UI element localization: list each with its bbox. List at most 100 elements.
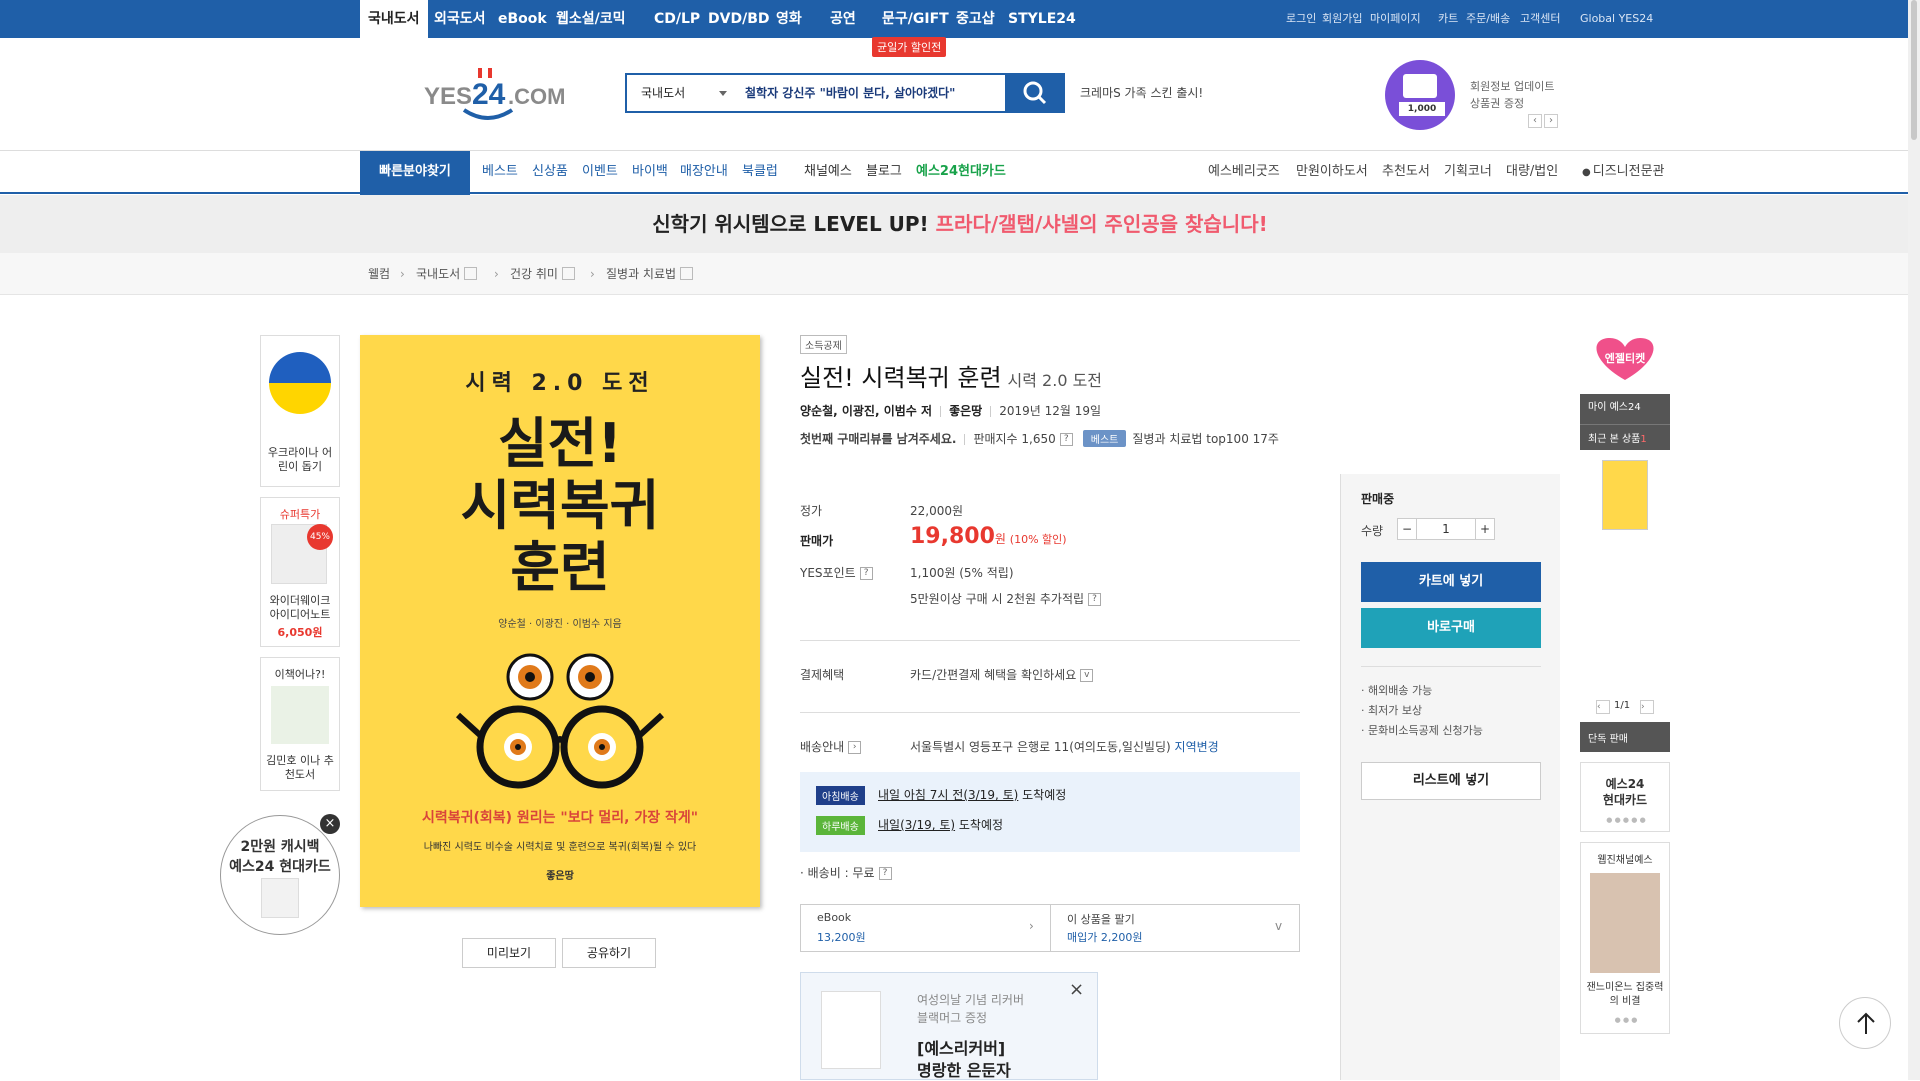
author-link[interactable]: 양순철, 이광진, 이범수 저 [800,404,932,418]
qty-input[interactable]: 1 [1417,518,1475,540]
quick-category-button[interactable]: 빠른분야찾기 [360,151,470,195]
payment-benefit-link[interactable]: 카드/간편결제 혜택을 확인하세요 v [910,666,1094,683]
add-to-cart-button[interactable]: 카트에 넣기 [1361,562,1541,602]
help-icon[interactable]: ? [1088,593,1102,606]
breadcrumb-disease[interactable]: 질병과 치료법 [606,253,694,295]
super-deal-card[interactable]: 슈퍼특가 45% 와이더웨이크 아이디어노트 6,050원 [260,497,340,647]
tab-dvd-bd[interactable]: DVD/BD [708,0,769,38]
change-area-link[interactable]: 지역변경 [1175,740,1219,754]
ukraine-donation-card[interactable]: 우크라이나 어린이 돕기 [260,335,340,487]
share-button[interactable]: 공유하기 [562,938,656,968]
publisher-link[interactable]: 좋은땅 [949,404,982,418]
sell-option[interactable]: 이 상품을 팔기 매입가 2,200원 v [1051,905,1299,951]
chevron-right-icon[interactable]: › [848,741,862,754]
close-icon[interactable]: × [1069,979,1084,1000]
help-icon[interactable]: ? [859,567,873,580]
carousel-dots[interactable]: ● ● ● [1601,1017,1651,1024]
support-link[interactable]: 고객센터 [1520,0,1560,38]
nav-hyundai-card[interactable]: 예스24현대카드 [916,151,1006,193]
chevron-down-icon[interactable] [680,267,694,280]
breadcrumb-health[interactable]: 건강 취미 [510,253,575,295]
recover-promo-card[interactable]: 여성의날 기념 리커버 블랙머그 증정 [예스리커버] 명랑한 은둔자 × [800,972,1098,1080]
global-link[interactable]: Global YES24 [1580,0,1653,38]
carousel-dots[interactable]: ● ● ● ● ● [1601,817,1651,824]
nav-goods[interactable]: 예스베리굿즈 [1208,151,1280,193]
add-to-wishlist-button[interactable]: 리스트에 넣기 [1361,762,1541,800]
tab-used[interactable]: 중고샵 [956,0,995,38]
help-icon[interactable]: ? [878,867,892,880]
nav-planning[interactable]: 기획코너 [1444,151,1492,193]
nav-best[interactable]: 베스트 [482,151,518,193]
nav-bookclub[interactable]: 북클럽 [742,151,778,193]
nav-new[interactable]: 신상품 [532,151,568,193]
super-deal-item: 와이더웨이크 아이디어노트 [269,594,331,621]
promo-next-button[interactable]: › [1544,114,1558,128]
morning-date-link[interactable]: 내일 아침 7시 전(3/19, 토) [878,788,1018,802]
search-category-select[interactable]: 국내도서 [641,75,685,111]
book-cover-image[interactable]: 시력 2.0 도전 실전! 시력복귀 훈련 양순철 · 이광진 · 이범수 지음 시… [360,335,760,907]
tab-style24[interactable]: STYLE24 [1008,0,1076,38]
nav-channel-yes[interactable]: 채널예스 [804,151,852,193]
tab-ebook[interactable]: eBook [498,0,547,38]
nav-disney[interactable]: ● 디즈니전문관 [1582,151,1665,194]
nav-buyback[interactable]: 바이백 [632,151,668,193]
promo-prev-button[interactable]: ‹ [1528,114,1542,128]
tab-cd-lp[interactable]: CD/LP [654,0,700,38]
exclusive-sale-label[interactable]: 단독 판매 [1588,730,1628,745]
tab-performance[interactable]: 공연 [830,0,856,38]
ebook-option[interactable]: eBook 13,200원 › [801,905,1051,951]
tab-webnovel[interactable]: 웹소설/코믹 [556,0,626,38]
nav-recommended[interactable]: 추천도서 [1382,151,1430,193]
mypage-link[interactable]: 마이페이지 [1370,0,1421,38]
header-promo-link[interactable]: 크레마S 가족 스킨 출시! [1080,84,1203,101]
day-date-link[interactable]: 내일(3/19, 토) [878,818,955,832]
orders-link[interactable]: 주문/배송 [1466,0,1510,38]
login-link[interactable]: 로그인 [1286,0,1316,38]
recent-next-button[interactable]: › [1640,700,1654,714]
best-rank-link[interactable]: 질병과 치료법 top100 17주 [1132,432,1279,446]
breadcrumb-home[interactable]: 웰컴 [368,253,390,295]
recent-items-label[interactable]: 최근 본 상품1 [1588,430,1647,445]
review-prompt-link[interactable]: 첫번째 구매리뷰를 남겨주세요. [800,432,956,446]
tab-gift[interactable]: 문구/GIFT [882,0,949,38]
chevron-down-icon[interactable] [464,267,478,280]
page-scrollbar[interactable] [1908,0,1920,1080]
discount-rate: (10% 할인) [1009,533,1067,546]
search-button[interactable] [1005,73,1065,113]
morning-delivery-badge: 아침배송 [816,786,865,805]
chevron-down-icon[interactable] [561,267,575,280]
scrollbar-thumb[interactable] [1911,0,1917,140]
yes24-logo[interactable]: YES 24 .COM [424,66,565,124]
recent-book-thumbnail[interactable] [1602,460,1648,530]
nav-event[interactable]: 이벤트 [582,151,618,193]
qty-increase-button[interactable]: + [1475,518,1495,540]
cover-title: 실전! 시력복귀 훈련 [360,413,760,599]
hyundai-card-side[interactable]: 예스24 현대카드 ● ● ● ● ● [1580,762,1670,832]
nav-blog[interactable]: 블로그 [866,151,902,193]
nav-bulk[interactable]: 대량/법인 [1506,151,1558,193]
cart-link[interactable]: 카트 [1438,0,1458,38]
breadcrumb-domestic[interactable]: 국내도서 [416,253,478,295]
tab-movie[interactable]: 영화 [776,0,802,38]
nav-under-10000[interactable]: 만원이하도서 [1296,151,1368,193]
hyundai-card-promo[interactable]: 2만원 캐시백 예스24 현대카드 [220,815,340,935]
nav-store[interactable]: 매장안내 [680,151,728,193]
tab-domestic-books[interactable]: 국내도서 [360,0,428,38]
signup-link[interactable]: 회원가입 [1322,0,1362,38]
search-input[interactable]: 철학자 강신주 "바람이 분다, 살아야겠다" [745,75,955,111]
hot-sale-badge[interactable]: 균일가 할인전 [872,37,947,57]
channel-yes-card[interactable]: 웹진채널예스 잰느미온느 집중력의 비결 ● ● ● [1580,842,1670,1034]
scroll-to-top-button[interactable] [1839,997,1891,1049]
my-yes24-label[interactable]: 마이 예스24 [1588,398,1641,413]
promo-banner[interactable]: 신학기 위시템으로 LEVEL UP! 프라다/갤탭/샤넬의 주인공을 찾습니다… [0,195,1920,253]
preview-button[interactable]: 미리보기 [462,938,556,968]
book-recommend-card[interactable]: 이책어나?! 김민호 이나 추천도서 [260,657,340,791]
buy-now-button[interactable]: 바로구매 [1361,608,1541,648]
help-icon[interactable]: ? [1059,433,1073,446]
member-promo-image[interactable]: 1,000 [1385,60,1455,130]
recent-prev-button[interactable]: ‹ [1596,700,1610,714]
tab-foreign-books[interactable]: 외국도서 [434,0,486,38]
angel-ticket-badge[interactable]: 엔젤티켓 [1580,334,1670,384]
close-icon[interactable]: × [320,814,340,834]
qty-decrease-button[interactable]: − [1397,518,1417,540]
